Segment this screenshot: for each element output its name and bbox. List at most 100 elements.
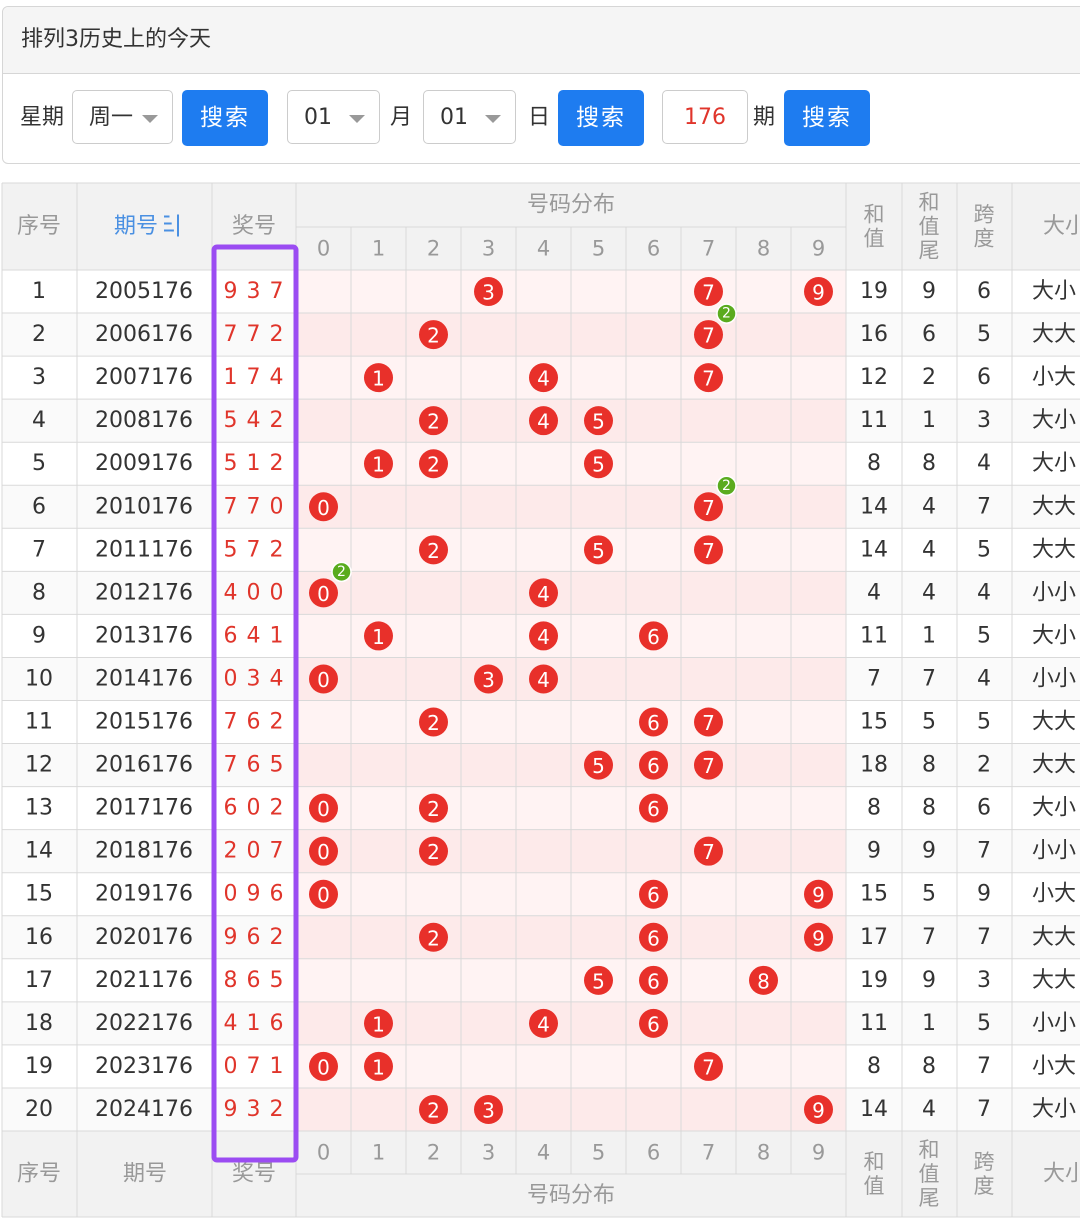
row-prize-number: 9 3 2: [224, 1097, 285, 1122]
row-sum: 4: [867, 580, 881, 605]
header-issue-sortable[interactable]: 期号: [114, 214, 158, 239]
number-ball-digit: 3: [482, 1098, 495, 1122]
row-span: 4: [977, 451, 991, 476]
row-index: 4: [32, 408, 46, 433]
row-size: 大大: [1032, 494, 1076, 519]
number-ball-digit: 8: [757, 969, 770, 993]
row-issue: 2005176: [95, 279, 193, 304]
row-sum-tail: 5: [922, 882, 936, 907]
row-size: 小大: [1032, 1054, 1076, 1079]
row-span: 5: [977, 1011, 991, 1036]
row-index: 10: [25, 666, 53, 691]
row-sum-tail: 2: [922, 365, 936, 390]
number-ball-digit: 4: [537, 367, 550, 391]
header-digit: 0: [317, 237, 330, 261]
header-digit: 7: [702, 237, 715, 261]
number-ball-digit: 6: [647, 711, 660, 735]
header-digit: 9: [812, 237, 825, 261]
svg-text:值: 值: [864, 1174, 885, 1198]
row-sum: 9: [867, 839, 881, 864]
number-ball-digit: 1: [372, 625, 385, 649]
row-index: 3: [32, 365, 46, 390]
repeat-badge-count: 2: [337, 564, 346, 580]
row-issue: 2019176: [95, 882, 193, 907]
number-ball-digit: 7: [702, 496, 715, 520]
header-size: 大小: [1043, 214, 1080, 239]
row-index: 17: [25, 968, 53, 993]
row-span: 2: [977, 753, 991, 778]
row-issue: 2017176: [95, 796, 193, 821]
number-ball-digit: 1: [372, 1055, 385, 1079]
row-sum-tail: 7: [922, 666, 936, 691]
row-prize-number: 4 1 6: [224, 1011, 285, 1036]
row-span: 5: [977, 322, 991, 347]
header-digit: 4: [537, 1141, 550, 1165]
number-ball-digit: 1: [372, 367, 385, 391]
row-size: 小大: [1032, 365, 1076, 390]
row-prize-number: 0 9 6: [224, 882, 285, 907]
header-digit: 0: [317, 1141, 330, 1165]
row-issue: 2023176: [95, 1054, 193, 1079]
row-index: 15: [25, 882, 53, 907]
number-ball-digit: 4: [537, 668, 550, 692]
number-ball-digit: 9: [812, 281, 825, 305]
row-issue: 2006176: [95, 322, 193, 347]
header-digit: 3: [482, 237, 495, 261]
number-ball-digit: 7: [702, 754, 715, 778]
row-size: 大小: [1032, 279, 1076, 304]
row-index: 6: [32, 494, 46, 519]
number-ball-digit: 3: [482, 281, 495, 305]
row-span: 5: [977, 710, 991, 735]
header-digit: 6: [647, 1141, 660, 1165]
row-issue: 2018176: [95, 839, 193, 864]
row-sum-tail: 8: [922, 451, 936, 476]
number-ball-digit: 5: [592, 969, 605, 993]
number-ball-digit: 5: [592, 754, 605, 778]
header-digit: 1: [372, 237, 385, 261]
number-ball-digit: 7: [702, 539, 715, 563]
row-sum-tail: 9: [922, 279, 936, 304]
row-sum-tail: 1: [922, 623, 936, 648]
header-index: 序号: [17, 214, 61, 239]
row-index: 11: [25, 710, 53, 735]
row-issue: 2008176: [95, 408, 193, 433]
header-prize: 奖号: [232, 214, 276, 239]
history-table: 序号 期号 奖号号码分布0 1 2 3 4 5 6 7 8 9和值和值尾跨度 大小序号 期号 奖号号码分布0…: [1, 182, 1080, 1218]
row-index: 19: [25, 1054, 53, 1079]
row-index: 9: [32, 623, 46, 648]
number-ball-digit: 2: [427, 539, 440, 563]
row-index: 5: [32, 451, 46, 476]
row-span: 3: [977, 968, 991, 993]
row-span: 4: [977, 580, 991, 605]
row-issue: 2007176: [95, 365, 193, 390]
svg-text:跨: 跨: [974, 1150, 995, 1174]
number-ball-digit: 1: [372, 1012, 385, 1036]
row-issue: 2016176: [95, 753, 193, 778]
row-size: 小小: [1032, 839, 1076, 864]
row-sum-tail: 4: [922, 1097, 936, 1122]
header-digit: 2: [427, 1141, 440, 1165]
header-digit: 5: [592, 1141, 605, 1165]
row-prize-number: 7 6 5: [224, 753, 285, 778]
row-span: 7: [977, 1097, 991, 1122]
row-prize-number: 4 0 0: [224, 580, 285, 605]
row-issue: 2011176: [95, 537, 193, 562]
number-ball-digit: 6: [647, 969, 660, 993]
svg-text:尾: 尾: [919, 239, 940, 263]
row-index: 8: [32, 580, 46, 605]
row-sum-tail: 6: [922, 322, 936, 347]
header-span: 跨度: [974, 1150, 995, 1198]
repeat-badge-count: 2: [722, 306, 731, 322]
row-size: 小小: [1032, 666, 1076, 691]
number-ball-digit: 7: [702, 324, 715, 348]
header-sum: 和值: [864, 1150, 885, 1198]
row-prize-number: 0 3 4: [224, 666, 285, 691]
row-issue: 2024176: [95, 1097, 193, 1122]
row-prize-number: 5 1 2: [224, 451, 285, 476]
header-digit: 8: [757, 237, 770, 261]
row-prize-number: 2 0 7: [224, 839, 285, 864]
row-sum: 8: [867, 451, 881, 476]
svg-text:度: 度: [974, 1174, 995, 1198]
number-ball-digit: 4: [537, 1012, 550, 1036]
row-sum: 11: [860, 408, 888, 433]
